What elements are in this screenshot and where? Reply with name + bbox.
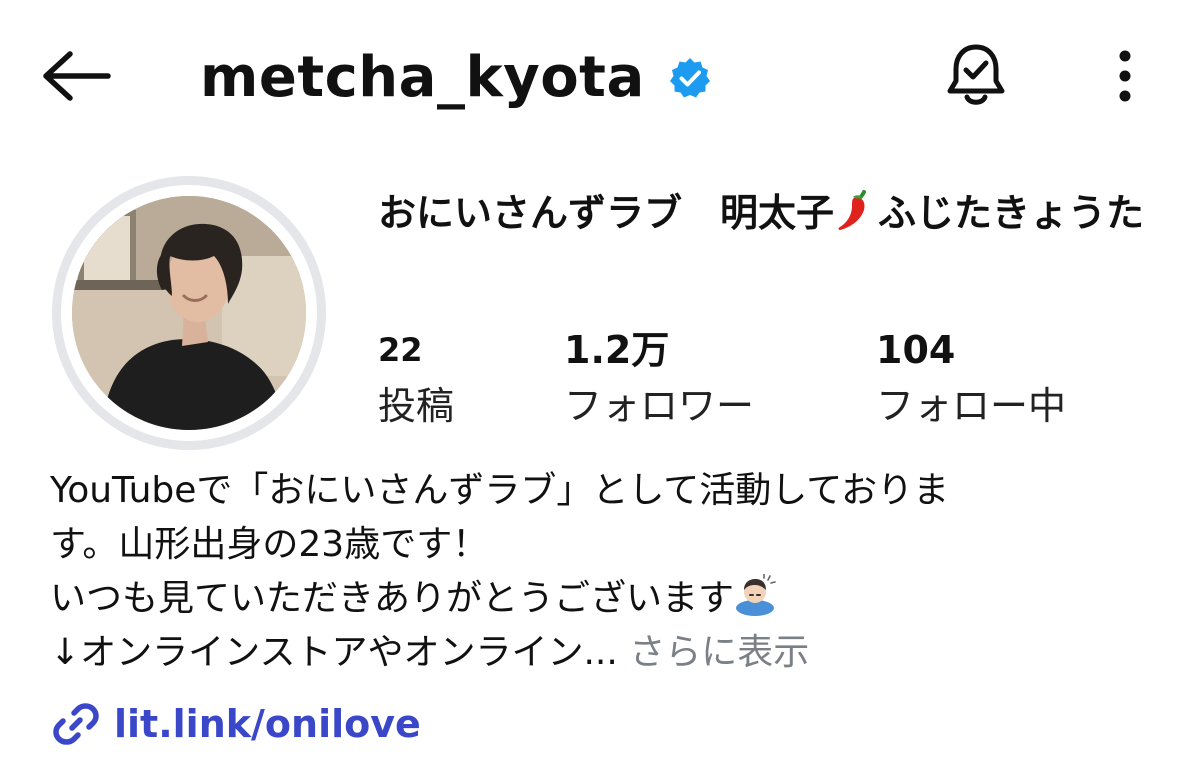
- verified-badge-icon: [667, 55, 713, 101]
- more-vertical-icon: [1119, 50, 1131, 102]
- followers-count: 1.2万: [564, 328, 670, 372]
- display-name: おにいさんずラブ 明太子 ふじたきょうた: [378, 186, 1178, 240]
- bell-check-icon: [947, 44, 1005, 105]
- bowing-person-emoji: [734, 573, 776, 616]
- stat-followers[interactable]: 1.2万 フォロワー: [564, 326, 754, 432]
- back-button[interactable]: [36, 38, 116, 114]
- profile-header: metcha_kyota: [0, 0, 1200, 150]
- show-more-link[interactable]: さらに表示: [629, 632, 809, 673]
- following-label: フォロー中: [876, 384, 1067, 428]
- bio-line-3-text: いつも見ていただきありがとうございます: [50, 578, 735, 619]
- bio: YouTubeで「おにいさんずラブ」として活動しておりま す。山形出身の23歳で…: [50, 464, 1160, 680]
- stat-posts[interactable]: 22 投稿: [378, 326, 454, 432]
- more-options-button[interactable]: [1100, 36, 1150, 116]
- chili-pepper-emoji: [834, 186, 878, 232]
- display-name-part2: ふじたきょうた: [878, 191, 1145, 235]
- bio-line-3: いつも見ていただきありがとうございます: [50, 572, 1160, 626]
- notifications-button[interactable]: [936, 36, 1016, 116]
- profile-photo: [72, 196, 306, 430]
- posts-count: 22: [378, 331, 423, 369]
- arrow-left-icon: [43, 51, 111, 101]
- external-link[interactable]: lit.link/onilove: [50, 696, 421, 752]
- bio-line-1: YouTubeで「おにいさんずラブ」として活動しておりま: [50, 470, 950, 511]
- bio-line-4: ↓オンラインストアやオンライン... さらに表示: [50, 626, 1160, 680]
- followers-label: フォロワー: [564, 384, 755, 428]
- username-title: metcha_kyota: [200, 38, 713, 118]
- profile-avatar[interactable]: [52, 176, 326, 450]
- stat-following[interactable]: 104 フォロー中: [876, 326, 1066, 432]
- bio-line-4-text: ↓オンラインストアやオンライン...: [50, 632, 618, 673]
- link-icon: [50, 698, 102, 750]
- bio-line-2: す。山形出身の23歳です！: [50, 524, 489, 565]
- following-count: 104: [876, 328, 956, 372]
- display-name-part1: おにいさんずラブ 明太子: [378, 191, 835, 235]
- link-text: lit.link/onilove: [114, 702, 421, 746]
- posts-label: 投稿: [378, 384, 455, 428]
- username: metcha_kyota: [200, 45, 645, 110]
